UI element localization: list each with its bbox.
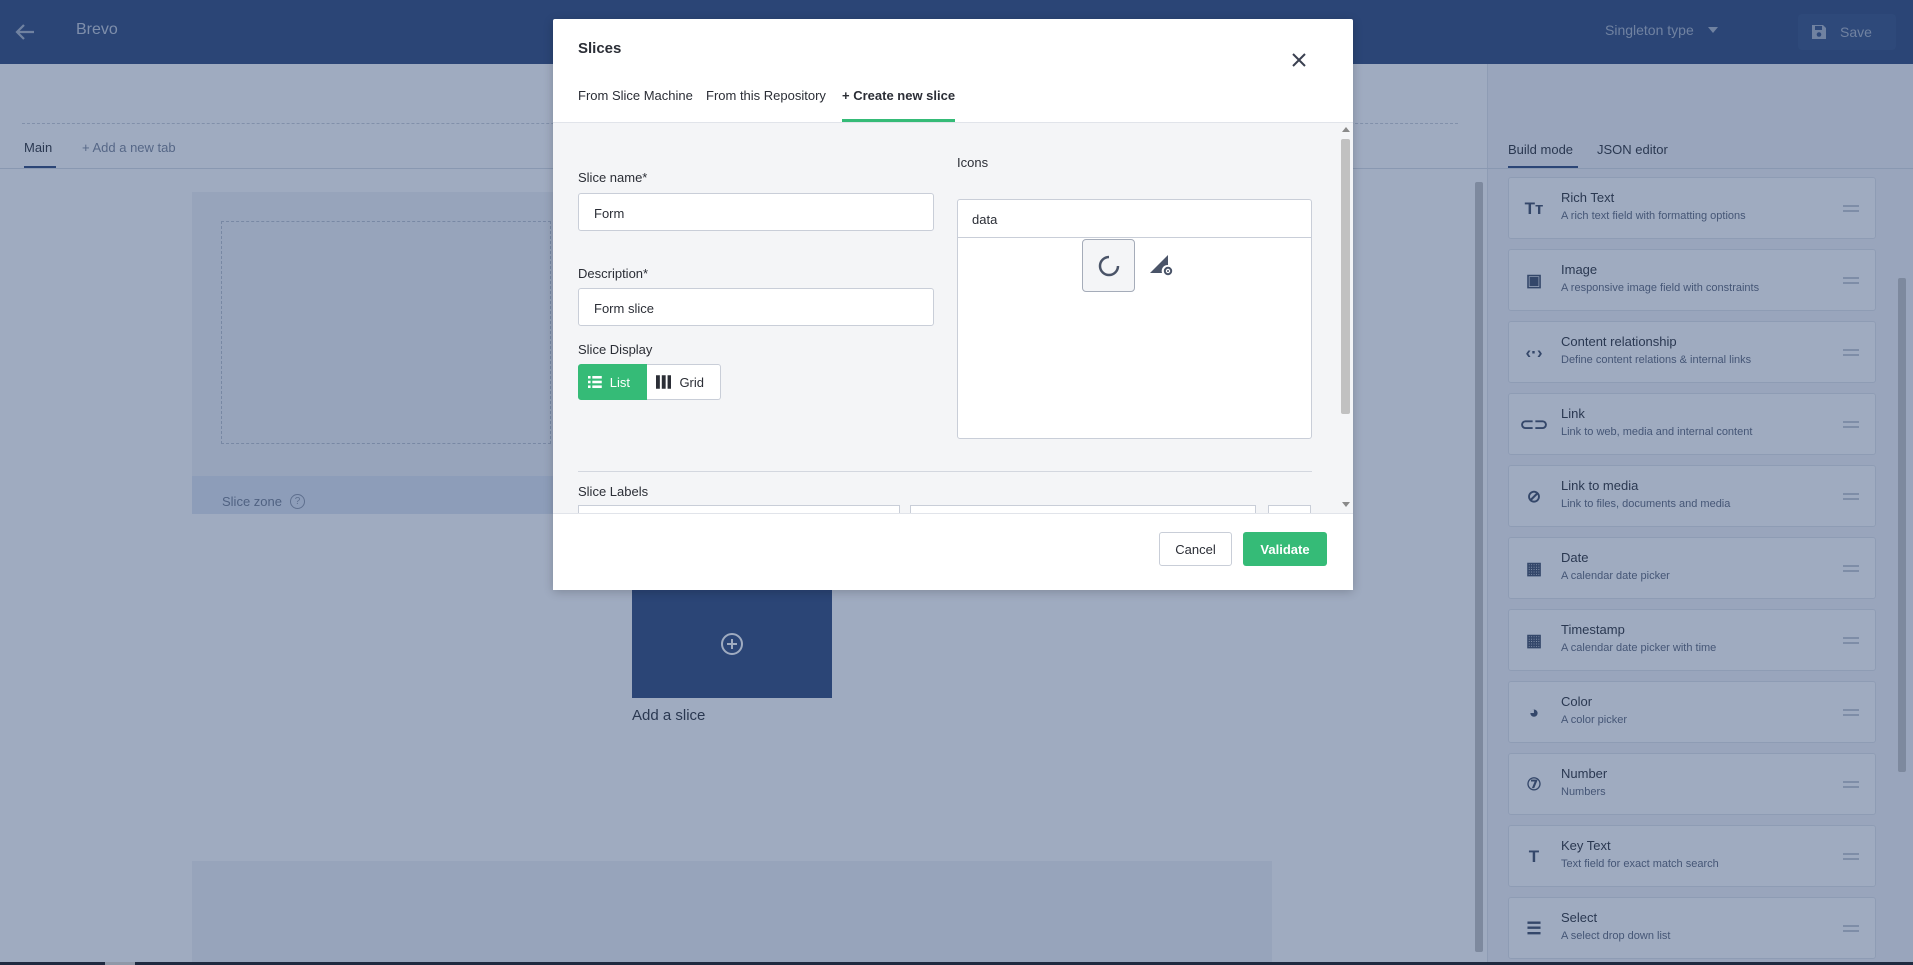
grid-icon [656, 375, 672, 389]
slice-label-input[interactable] [910, 505, 1256, 513]
scrollbar-thumb[interactable] [1341, 139, 1350, 414]
slice-name-input[interactable]: Form [578, 193, 934, 231]
list-icon [588, 375, 602, 389]
slice-name-label: Slice name* [578, 170, 648, 185]
scroll-up-arrow-icon[interactable] [1342, 127, 1350, 132]
display-grid-button[interactable]: Grid [647, 364, 721, 400]
slice-labels-label: Slice Labels [578, 484, 649, 499]
icon-picker: data [957, 199, 1312, 439]
loading-circle-icon[interactable] [1082, 239, 1135, 292]
active-tab-indicator [842, 119, 955, 122]
slice-display-toggle: List Grid [578, 364, 721, 400]
display-list-label: List [609, 374, 630, 390]
cancel-button[interactable]: Cancel [1159, 532, 1232, 566]
slice-label-input[interactable] [578, 505, 900, 513]
slices-modal: Slices From Slice Machine From this Repo… [553, 19, 1353, 590]
description-label: Description* [578, 266, 649, 281]
modal-scrollbar[interactable] [1339, 123, 1351, 513]
signal-settings-icon[interactable] [1146, 249, 1176, 279]
validate-button[interactable]: Validate [1243, 532, 1327, 566]
close-icon[interactable] [1287, 48, 1311, 72]
description-input[interactable]: Form slice [578, 288, 934, 326]
section-divider [578, 471, 1312, 472]
modal-body: Slice name* Form Description* Form slice… [553, 123, 1353, 513]
modal-title: Slices [578, 40, 622, 57]
icon-search-input[interactable]: data [958, 200, 1311, 238]
icons-label: Icons [957, 155, 989, 170]
modal-header: Slices From Slice Machine From this Repo… [553, 19, 1353, 123]
scroll-down-arrow-icon[interactable] [1342, 502, 1350, 507]
display-list-button[interactable]: List [578, 364, 647, 400]
tab-from-repository[interactable]: From this Repository [706, 88, 826, 103]
modal-footer: Cancel Validate [553, 513, 1353, 590]
display-grid-label: Grid [679, 374, 704, 390]
tab-from-slice-machine[interactable]: From Slice Machine [578, 88, 693, 103]
slice-display-label: Slice Display [578, 342, 653, 357]
slice-label-add-button[interactable] [1268, 505, 1311, 513]
tab-create-new-slice[interactable]: + Create new slice [842, 88, 955, 103]
